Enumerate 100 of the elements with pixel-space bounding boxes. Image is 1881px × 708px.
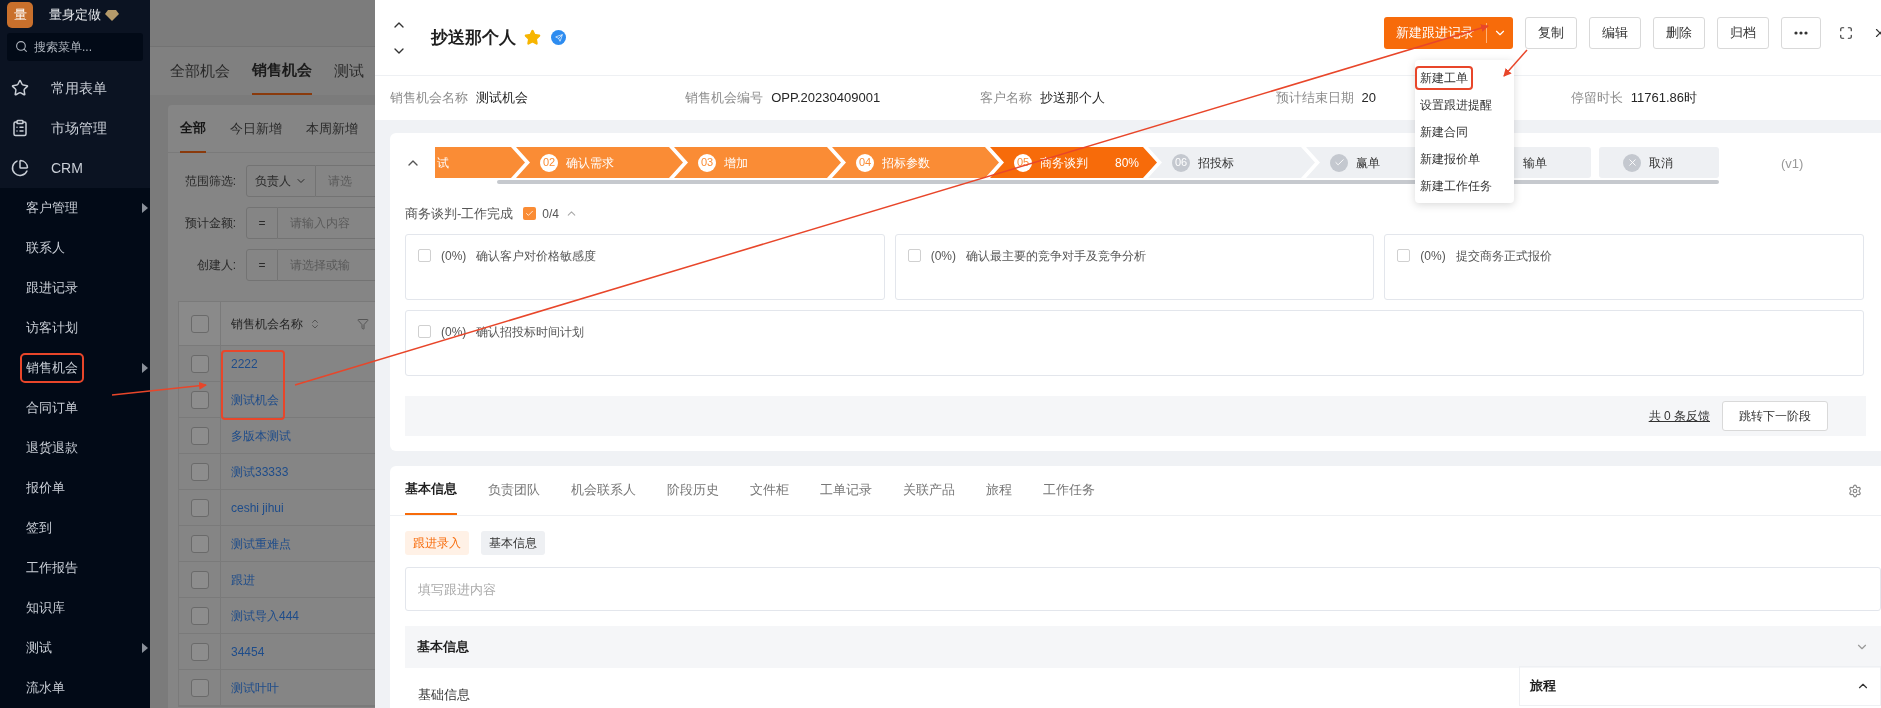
journey-title: 旅程 [1530, 677, 1556, 696]
field-value: OPP.20230409001 [771, 89, 881, 108]
search-icon [15, 40, 28, 53]
stage-number: 02 [540, 153, 558, 172]
checkbox[interactable] [190, 498, 209, 517]
list-tab[interactable]: 测试 [334, 47, 364, 95]
drawer-title: 抄送那个人 [431, 26, 516, 49]
task-card[interactable]: (0%) 确认招投标时间计划 [405, 309, 1864, 376]
star-icon [11, 79, 29, 97]
dropdown-item[interactable]: 设置跟进提醒 [1415, 91, 1514, 118]
filter-label: 创建人: [195, 257, 237, 274]
dropdown-item[interactable]: 新建合同 [1415, 118, 1514, 145]
detail-tab[interactable]: 阶段历史 [667, 465, 719, 515]
task-card[interactable]: (0%) 确认最主要的竞争对手及竞争分析 [894, 233, 1375, 300]
submenu-item[interactable]: 知识库 [0, 588, 150, 628]
checkbox[interactable] [190, 462, 209, 481]
submenu-item[interactable]: 跟进记录 [0, 268, 150, 308]
feedback-link[interactable]: 共 0 条反馈 [1648, 406, 1710, 425]
version-label: (v1) [1781, 155, 1804, 173]
task-label: 提交商务正式报价 [1455, 247, 1552, 265]
filter-tab[interactable]: 全部 [180, 105, 206, 153]
checkbox[interactable] [190, 678, 209, 697]
field-label: 销售机会编号 [685, 89, 764, 108]
menu-item[interactable]: CRM [0, 148, 150, 188]
check-icon [1330, 153, 1348, 172]
fullscreen-icon[interactable] [1839, 25, 1853, 40]
sort-icon[interactable] [309, 317, 321, 330]
detail-tab[interactable]: 机会联系人 [571, 465, 636, 515]
diamond-icon [105, 9, 119, 21]
task-label: 确认最主要的竞争对手及竞争分析 [966, 247, 1146, 265]
stage-number: 03 [698, 153, 716, 172]
list-tab[interactable]: 全部机会 [170, 47, 230, 95]
action-button[interactable]: 编辑 [1589, 16, 1641, 49]
submenu-item[interactable]: 联系人 [0, 228, 150, 268]
checkbox[interactable] [190, 314, 209, 333]
operator-select[interactable]: = [246, 249, 278, 281]
detail-tab[interactable]: 负责团队 [488, 465, 540, 515]
detail-tab[interactable]: 旅程 [986, 465, 1012, 515]
field-value: 20 [1361, 89, 1377, 108]
section-header[interactable]: 基本信息 [405, 626, 1881, 668]
star-icon[interactable] [524, 29, 541, 46]
checkbox[interactable] [190, 642, 209, 661]
task-percent: (0%) [441, 323, 467, 341]
task-card[interactable]: (0%) 提交商务正式报价 [1384, 233, 1864, 300]
follow-up-input[interactable]: 填写跟进内容 [405, 567, 1881, 611]
field-value: 抄送那个人 [1040, 89, 1106, 108]
clipboard-icon [11, 119, 29, 137]
more-icon [1794, 30, 1808, 35]
detail-tab[interactable]: 工单记录 [820, 465, 872, 515]
checkbox[interactable] [190, 426, 209, 445]
field-label: 预计结束日期 [1275, 89, 1354, 108]
action-button[interactable]: 删除 [1653, 16, 1705, 49]
action-button[interactable]: 复制 [1525, 16, 1577, 49]
field-value: 测试机会 [476, 89, 528, 108]
task-card[interactable]: (0%) 确认客户对价格敏感度 [405, 233, 885, 300]
detail-tab[interactable]: 关联产品 [903, 465, 955, 515]
filter-icon[interactable] [357, 317, 369, 330]
detail-tab[interactable]: 基本信息 [405, 465, 457, 515]
submenu-item[interactable]: 访客计划 [0, 308, 150, 348]
submenu-item[interactable]: 合同订单 [0, 388, 150, 428]
field-label: 销售机会名称 [390, 89, 468, 108]
checkbox[interactable] [190, 390, 209, 409]
list-tab[interactable]: 销售机会 [252, 47, 312, 95]
checkbox[interactable] [190, 570, 209, 589]
operator-select[interactable]: 负责人 [246, 165, 316, 197]
subsection-title: 基础信息 [418, 686, 470, 704]
checkbox[interactable] [190, 606, 209, 625]
operator-select[interactable]: = [246, 207, 278, 239]
menu-item[interactable]: 市场管理 [0, 108, 150, 148]
menu-search-field[interactable]: 搜索菜单... [7, 33, 143, 61]
brand-name: 量身定做 [49, 6, 101, 25]
checkbox[interactable] [190, 534, 209, 553]
task-percent: (0%) [930, 247, 956, 265]
checklist-icon [523, 207, 537, 221]
more-button[interactable] [1781, 16, 1821, 49]
field-value: 11761.86时 [1630, 89, 1698, 108]
submenu-item[interactable]: 签到 [0, 508, 150, 548]
detail-tab[interactable]: 文件柜 [750, 465, 789, 515]
submenu-item[interactable]: 工作报告 [0, 548, 150, 588]
submenu-item[interactable]: 流水单 [0, 668, 150, 708]
field-label: 客户名称 [980, 89, 1033, 108]
pie-chart-icon [11, 159, 29, 177]
checkbox[interactable] [190, 354, 209, 373]
filter-tab[interactable]: 今日新增 [230, 105, 282, 153]
stage-step[interactable]: 取消 [1599, 147, 1719, 178]
tasks-count: 0/4 [542, 205, 560, 223]
action-button[interactable]: 归档 [1717, 16, 1769, 49]
badge-icon [551, 30, 566, 45]
task-percent: (0%) [1420, 247, 1446, 265]
next-stage-button[interactable]: 跳转下一阶段 [1722, 400, 1828, 431]
tasks-title: 商务谈判-工作完成 [405, 205, 514, 223]
stage-number: 04 [856, 153, 874, 172]
detail-tab[interactable]: 工作任务 [1043, 465, 1095, 515]
settings-icon[interactable] [1848, 484, 1862, 498]
submenu-item[interactable]: 报价单 [0, 468, 150, 508]
field-label: 停留时长 [1570, 89, 1623, 108]
filter-tab[interactable]: 本周新增 [306, 105, 358, 153]
menu-item[interactable]: 常用表单 [0, 68, 150, 108]
submenu-item[interactable]: 退货退款 [0, 428, 150, 468]
entry-tag[interactable]: 基本信息 [481, 531, 545, 555]
